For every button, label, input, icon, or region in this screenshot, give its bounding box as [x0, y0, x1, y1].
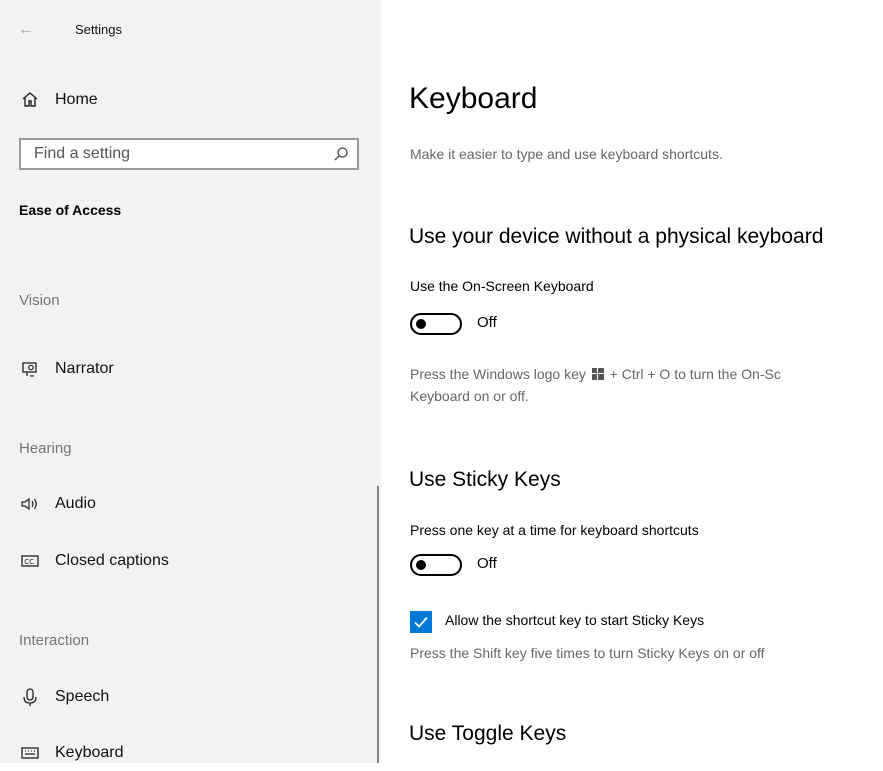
sticky-keys-label: Press one key at a time for keyboard sho… — [410, 522, 699, 538]
search-input[interactable] — [21, 140, 324, 168]
sidebar: ← Settings Home Ease of Access Vision Na… — [0, 0, 381, 763]
sidebar-item-label: Keyboard — [55, 744, 124, 761]
onscreen-keyboard-description-line2: Keyboard on or off. — [410, 388, 529, 404]
sidebar-item-label: Home — [55, 91, 98, 108]
sidebar-item-speech[interactable]: Speech — [0, 679, 381, 715]
sidebar-item-audio[interactable]: Audio — [0, 486, 381, 522]
group-heading-interaction: Interaction — [19, 632, 90, 649]
section-heading-sticky-keys: Use Sticky Keys — [409, 468, 561, 491]
sticky-keys-state: Off — [477, 555, 497, 572]
sidebar-item-label: Audio — [55, 495, 96, 512]
closed-captions-icon: CC — [21, 555, 39, 567]
section-heading-toggle-keys: Use Toggle Keys — [409, 722, 567, 745]
checkmark-icon — [414, 616, 428, 628]
keyboard-icon — [21, 747, 39, 759]
search-box[interactable] — [19, 138, 359, 170]
onscreen-keyboard-toggle[interactable] — [410, 313, 462, 335]
speaker-icon — [21, 497, 37, 511]
sticky-keys-shortcut-checkbox[interactable] — [410, 611, 432, 633]
app-title: Settings — [75, 22, 122, 37]
page-title: Keyboard — [409, 82, 538, 115]
narrator-icon — [22, 362, 37, 377]
toggle-knob — [416, 560, 426, 570]
onscreen-keyboard-label: Use the On-Screen Keyboard — [410, 278, 594, 294]
svg-text:CC: CC — [24, 558, 34, 566]
microphone-icon — [23, 688, 37, 706]
back-arrow-icon: ← — [18, 21, 34, 38]
sticky-keys-toggle[interactable] — [410, 554, 462, 576]
sticky-keys-description: Press the Shift key five times to turn S… — [410, 645, 765, 661]
sidebar-item-closed-captions[interactable]: CC Closed captions — [0, 543, 381, 579]
section-title: Ease of Access — [19, 202, 122, 218]
group-heading-hearing: Hearing — [19, 440, 72, 457]
sticky-keys-shortcut-label[interactable]: Allow the shortcut key to start Sticky K… — [445, 612, 704, 628]
group-heading-vision: Vision — [19, 292, 60, 309]
onscreen-keyboard-state: Off — [477, 314, 497, 331]
description-text: + Ctrl + O to turn the On-Sc — [609, 366, 781, 382]
sidebar-item-label: Closed captions — [55, 552, 169, 569]
windows-logo-icon — [591, 368, 604, 380]
section-heading-onscreen-keyboard: Use your device without a physical keybo… — [409, 225, 824, 248]
sidebar-item-narrator[interactable]: Narrator — [0, 351, 381, 387]
sidebar-item-label: Speech — [55, 688, 110, 705]
search-icon[interactable] — [333, 146, 349, 162]
sidebar-item-home[interactable]: Home — [0, 82, 381, 118]
page-subtitle: Make it easier to type and use keyboard … — [410, 146, 723, 162]
sidebar-item-keyboard[interactable]: Keyboard — [0, 735, 381, 771]
back-button[interactable]: ← — [18, 20, 38, 40]
description-text: Press the Windows logo key — [410, 366, 586, 382]
toggle-knob — [416, 319, 426, 329]
sidebar-scrollbar[interactable] — [377, 486, 379, 763]
sidebar-item-label: Narrator — [55, 360, 114, 377]
home-icon — [22, 92, 38, 107]
onscreen-keyboard-description: Press the Windows logo key + Ctrl + O to… — [410, 366, 781, 382]
